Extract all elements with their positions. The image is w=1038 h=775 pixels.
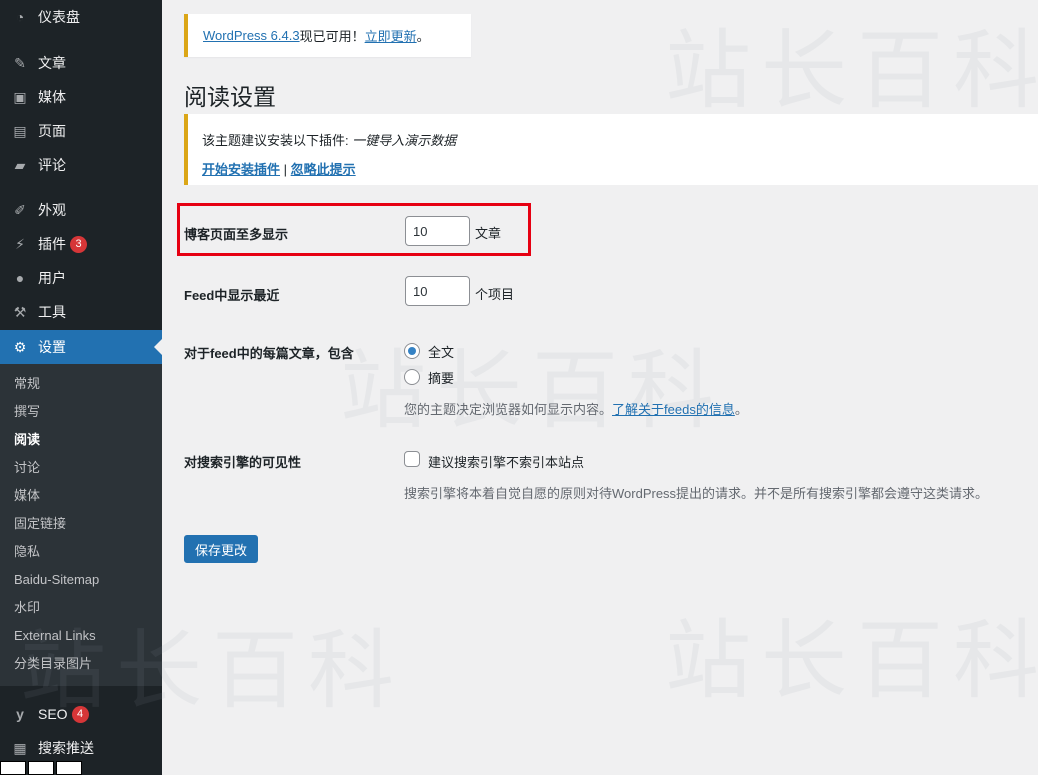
submenu-reading[interactable]: 阅读 [14,430,40,450]
feed-recent-input[interactable] [405,276,470,306]
watermark: 站长百科 [665,611,1038,711]
menu-label: 页面 [38,123,66,139]
plugin-notice-text: 该主题建议安装以下插件: [202,133,353,148]
update-now-link[interactable]: 立即更新 [365,26,417,45]
feed-recent-label: Feed中显示最近 [184,288,280,303]
menu-label: 文章 [38,55,66,71]
menu-label: 工具 [38,304,66,320]
page-title: 阅读设置 [184,84,276,110]
menu-search-push[interactable]: ▦ 搜索推送 [0,731,162,765]
push-icon: ▦ [13,739,27,756]
plugin-icon: ⚡ [15,235,25,252]
feed-recent-suffix: 个项目 [475,287,515,302]
plugin-name: 一键导入演示数据 [352,133,457,148]
menu-media[interactable]: ▣ 媒体 [0,80,162,114]
menu-label: 评论 [38,157,66,173]
submenu-writing[interactable]: 撰写 [14,402,40,422]
comment-icon: ▰ [14,156,26,173]
submenu-media[interactable]: 媒体 [14,486,40,506]
seo-count-badge: 4 [71,705,89,723]
feed-desc-text: 您的主题决定浏览器如何显示内容。 [404,402,613,417]
feed-content-description: 您的主题决定浏览器如何显示内容。了解关于feeds的信息。 [404,399,748,418]
pin-icon: ✎ [14,54,26,71]
menu-label: 设置 [38,339,66,355]
plugin-recommend-notice: 该主题建议安装以下插件: 一键导入演示数据 开始安装插件 | 忽略此提示 [184,114,1038,185]
menu-label: SEO [38,706,68,722]
menu-label: 用户 [38,270,66,286]
posts-per-page-input[interactable] [405,216,470,246]
submenu-general[interactable]: 常规 [14,374,40,394]
dashboard-icon: ◔ [15,9,25,25]
update-count-badge: 3 [70,235,87,253]
user-icon: ● [15,270,25,286]
watermark: 站长百科 [665,21,1038,121]
menu-seo[interactable]: y SEO 4 [0,697,162,731]
menu-posts[interactable]: ✎ 文章 [0,46,162,80]
submenu-privacy[interactable]: 隐私 [14,542,40,562]
wordpress-version-link[interactable]: WordPress 6.4.3 [203,28,300,43]
menu-plugins[interactable]: ⚡ 插件 3 [0,227,162,261]
feed-content-label: 对于feed中的每篇文章，包含 [184,346,354,361]
dismiss-notice-link[interactable]: 忽略此提示 [291,162,356,177]
menu-pages[interactable]: ▤ 页面 [0,114,162,148]
update-notice: WordPress 6.4.3 现已可用！ 立即更新 。 [184,14,471,57]
excerpt-option-label[interactable]: 摘要 [428,368,454,387]
search-visibility-label: 对搜索引擎的可见性 [184,455,302,470]
feeds-info-link[interactable]: 了解关于feeds的信息 [612,402,735,417]
media-icon: ▣ [13,88,27,105]
menu-dashboard[interactable]: ◔ 仪表盘 [0,0,162,34]
menu-comments[interactable]: ▰ 评论 [0,148,162,182]
menu-label: 搜索推送 [38,740,94,756]
settings-icon: ⚙ [13,338,27,355]
submenu-category-images[interactable]: 分类目录图片 [14,654,92,674]
menu-label: 插件 [38,236,66,252]
menu-users[interactable]: ● 用户 [0,261,162,295]
menu-appearance[interactable]: ✐ 外观 [0,193,162,227]
discourage-search-checkbox[interactable] [404,451,420,467]
taskbar-fragment [0,761,96,775]
menu-label: 外观 [38,202,66,218]
install-plugin-link[interactable]: 开始安装插件 [202,162,280,177]
watermark: 站长百科 [340,341,724,441]
taskbar-tile [56,761,82,775]
search-visibility-description: 搜索引擎将本着自觉自愿的原则对待WordPress提出的请求。并不是所有搜索引擎… [404,486,989,501]
page-icon: ▤ [13,122,27,139]
taskbar-tile [0,761,26,775]
submenu-permalinks[interactable]: 固定链接 [14,514,66,534]
full-text-option-label[interactable]: 全文 [428,342,454,361]
discourage-search-label[interactable]: 建议搜索引擎不索引本站点 [428,452,584,471]
save-changes-button[interactable]: 保存更改 [184,535,258,563]
update-notice-text: 现已可用！ [299,29,365,44]
menu-label: 媒体 [38,89,66,105]
wrench-icon: ⚒ [13,303,27,320]
submenu-discussion[interactable]: 讨论 [14,458,40,478]
settings-submenu: 常规 撰写 阅读 讨论 媒体 固定链接 隐私 Baidu-Sitemap 水印 … [0,364,162,686]
brush-icon: ✐ [14,201,26,218]
menu-tools[interactable]: ⚒ 工具 [0,295,162,329]
link-separator: | [283,162,288,177]
submenu-external-links[interactable]: External Links [14,626,96,646]
menu-label: 仪表盘 [38,9,80,25]
posts-per-page-suffix: 文章 [475,226,502,241]
feed-desc-end: 。 [734,402,748,417]
taskbar-tile [28,761,54,775]
admin-sidebar: ◔ 仪表盘 ✎ 文章 ▣ 媒体 ▤ 页面 ▰ 评论 ✐ 外观 ⚡ 插件 3 ● … [0,0,162,775]
full-text-radio[interactable] [404,343,420,359]
posts-per-page-label: 博客页面至多显示 [184,227,289,242]
submenu-watermark[interactable]: 水印 [14,598,40,618]
menu-settings[interactable]: ⚙ 设置 [0,330,162,364]
yoast-icon: y [16,706,24,722]
submenu-baidu-sitemap[interactable]: Baidu-Sitemap [14,570,99,590]
update-notice-end: 。 [416,29,430,44]
excerpt-radio[interactable] [404,369,420,385]
